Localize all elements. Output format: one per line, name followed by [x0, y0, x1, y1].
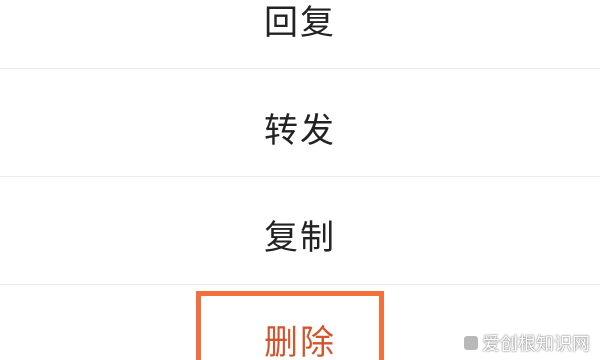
action-sheet: 回复 转发 复制 删除 爱创根知识网	[0, 0, 600, 360]
delete-label: 删除	[264, 322, 336, 360]
watermark-logo-icon	[464, 336, 478, 350]
forward-label: 转发	[264, 110, 336, 151]
divider	[0, 284, 600, 285]
divider	[0, 68, 600, 69]
forward-button[interactable]: 转发	[0, 88, 600, 166]
copy-button[interactable]: 复制	[0, 195, 600, 273]
watermark-text: 爱创根知识网	[482, 334, 590, 355]
reply-button[interactable]: 回复	[0, 0, 600, 58]
copy-label: 复制	[264, 217, 336, 258]
reply-label: 回复	[264, 2, 336, 43]
divider	[0, 176, 600, 177]
watermark: 爱创根知识网	[464, 330, 590, 356]
